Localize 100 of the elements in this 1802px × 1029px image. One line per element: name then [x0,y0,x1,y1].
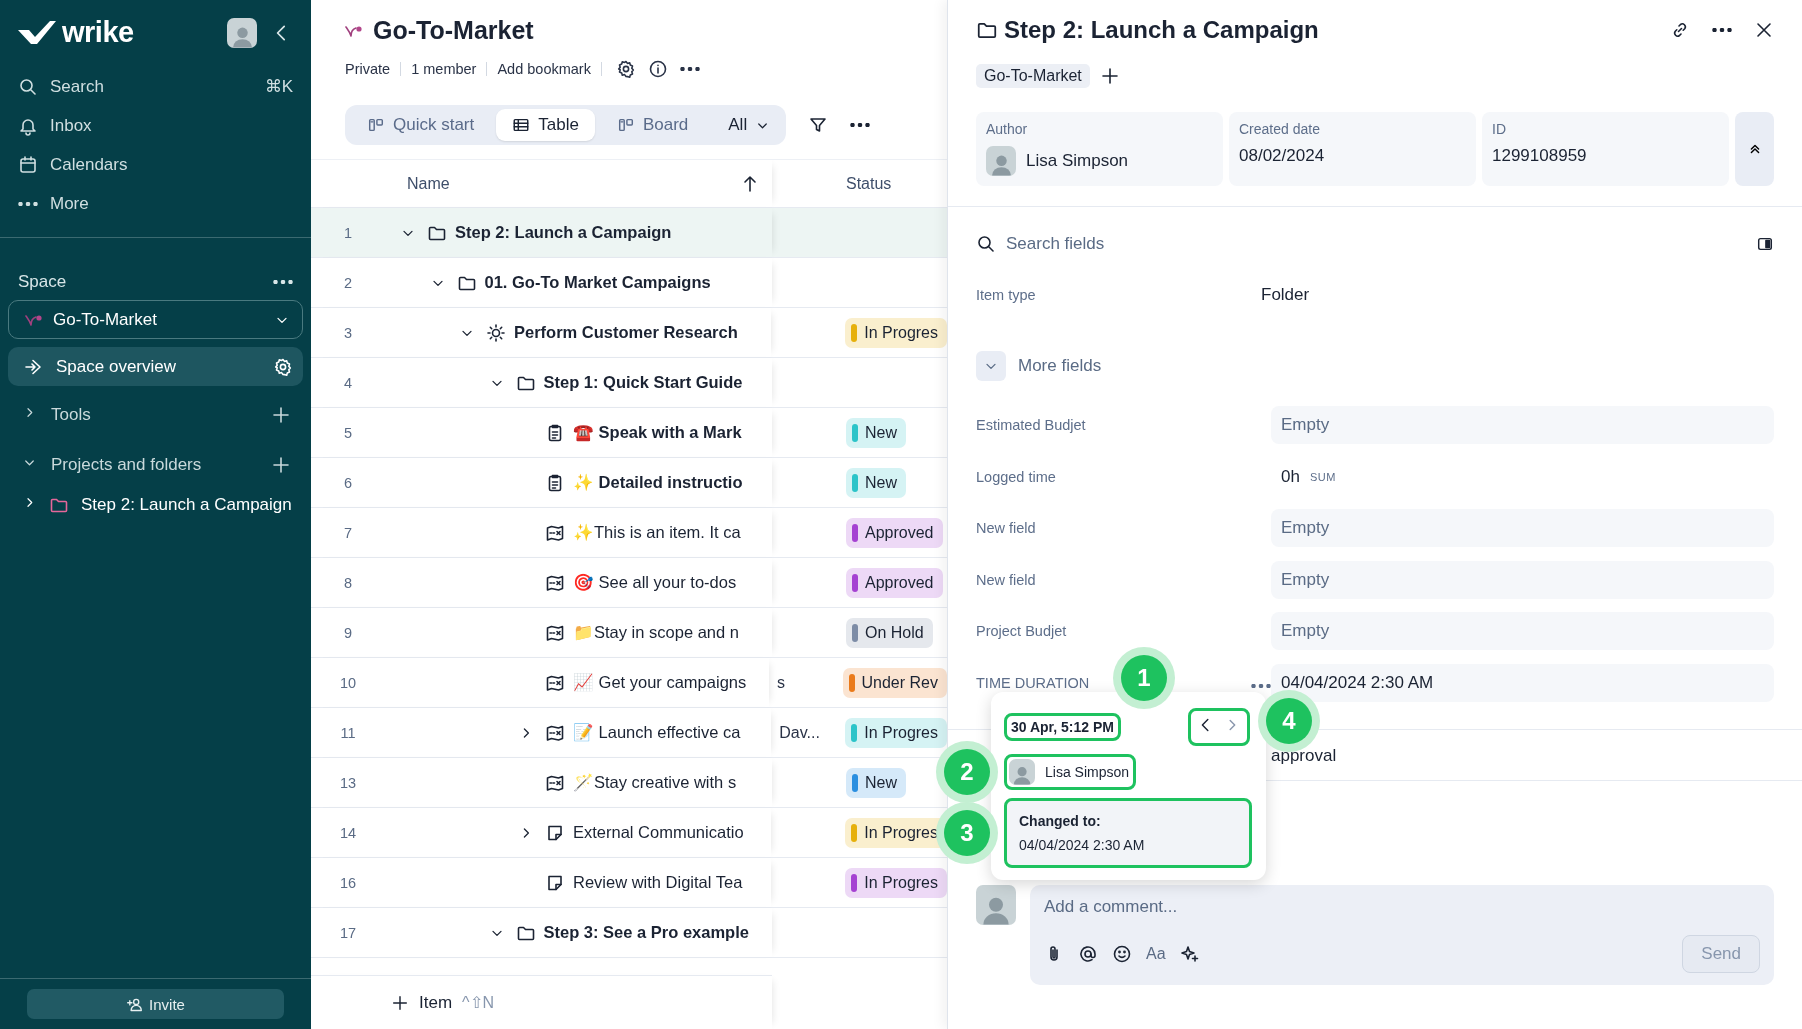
add-tag-icon[interactable] [1099,66,1120,86]
field-value[interactable]: Empty [1271,509,1774,548]
bookmark-link[interactable]: Add bookmark [497,61,591,77]
name-cell[interactable]: 6 ✨ Detailed instructio [311,458,772,507]
field-value[interactable]: Empty [1271,406,1774,445]
status-badge[interactable]: On Hold [846,617,933,648]
author-chip: Lisa Simpson [1004,754,1137,790]
space-dropdown[interactable]: Go-To-Market [8,300,303,339]
name-cell[interactable]: 11 📝 Launch effective ca [311,708,772,757]
status-badge[interactable]: In Progres [845,717,947,748]
item-name[interactable]: External Communicatio [573,823,744,842]
board-icon [616,116,635,134]
name-cell[interactable]: 3 Perform Customer Research [311,308,772,357]
add-icon[interactable] [271,454,291,475]
view-filter-dropdown[interactable]: All [710,115,781,135]
more-icon[interactable] [1712,28,1732,32]
item-name[interactable]: 🪄Stay creative with s [573,773,737,792]
invite-button[interactable]: Invite [27,989,284,1019]
tag[interactable]: Go-To-Market [976,64,1090,88]
name-cell[interactable]: 1 Step 2: Launch a Campaign [311,208,772,257]
name-cell[interactable]: 5 ☎ Speak with a Mark [311,408,772,457]
name-cell[interactable]: 13 🪄Stay creative with s [311,758,772,807]
view-tab[interactable]: Quick start [351,109,491,141]
item-name[interactable]: 📁Stay in scope and n [573,623,739,642]
field-label: New field [976,571,1036,588]
row-number: 5 [342,424,354,441]
item-name[interactable]: ☎ Speak with a Mark [573,423,742,442]
mention-icon[interactable] [1078,943,1098,964]
name-cell[interactable]: 2 01. Go-To Market Campaigns [311,258,772,307]
item-name[interactable]: Step 3: See a Pro example [543,923,749,942]
status-badge[interactable]: New [846,467,906,498]
field-value: 1299108959 [1492,146,1587,166]
settings-icon[interactable] [615,59,636,79]
add-icon[interactable] [271,404,291,425]
settings-icon[interactable] [273,356,293,377]
smiley-icon[interactable] [1112,943,1132,964]
item-name[interactable]: ✨ Detailed instructio [573,473,743,492]
filter-icon[interactable] [808,115,829,135]
field-value: Lisa Simpson [1026,151,1129,171]
more-icon[interactable] [679,67,700,71]
status-badge[interactable]: New [846,767,906,798]
name-cell[interactable]: 7 ✨This is an item. It ca [311,508,772,557]
text-format-button[interactable]: Aa [1146,944,1166,963]
tree-item[interactable]: Step 2: Launch a Campaign [81,495,292,515]
status-badge[interactable]: Approved [846,567,943,598]
panel-toggle-icon[interactable] [1756,235,1774,253]
more-icon[interactable] [850,123,871,127]
user-avatar [227,17,257,48]
name-cell[interactable]: 17 Step 3: See a Pro example [311,908,772,957]
field-value[interactable]: 0h SUM [1271,457,1774,496]
item-name[interactable]: 📈 Get your campaigns [573,673,747,692]
field-value[interactable]: Empty [1271,560,1774,599]
status-badge[interactable]: In Progres [845,317,947,348]
sparkle-icon[interactable] [1179,943,1200,964]
search-fields-input[interactable]: Search fields [1006,234,1746,254]
more-icon[interactable] [273,280,293,284]
item-name[interactable]: Step 2: Launch a Campaign [455,223,672,242]
field-label: Item type [976,286,1036,303]
nav-item[interactable]: Inbox [50,115,92,136]
add-item-button[interactable]: Item ^⇧N [311,975,772,1029]
name-cell[interactable]: 10 📈 Get your campaigns [311,658,769,707]
sun-icon [486,322,506,343]
close-icon[interactable] [1754,20,1774,40]
info-icon[interactable] [647,59,668,79]
item-name[interactable]: 🎯 See all your to-dos [573,573,737,592]
name-cell[interactable]: 8 🎯 See all your to-dos [311,558,772,607]
view-tab[interactable]: Board [600,109,705,141]
nav-item[interactable]: Search [50,76,104,97]
name-cell[interactable]: 16 Review with Digital Tea [311,858,772,907]
column-header[interactable]: Name [385,174,740,193]
more-fields-toggle[interactable]: More fields [976,350,1774,381]
item-name[interactable]: 01. Go-To Market Campaigns [484,273,711,292]
name-cell[interactable]: 14 External Communicatio [311,808,772,857]
space-overview-item[interactable]: Space overview [8,347,303,386]
section-header[interactable]: Projects and folders [51,454,257,475]
nav-item[interactable]: Calendars [50,154,128,175]
name-cell[interactable]: 9 📁Stay in scope and n [311,608,772,657]
callout-marker: 1 [1113,647,1175,709]
field-value[interactable]: Empty [1271,612,1774,651]
item-name[interactable]: Review with Digital Tea [573,873,743,892]
item-name[interactable]: ✨This is an item. It ca [573,523,741,542]
name-cell[interactable]: 4 Step 1: Quick Start Guide [311,358,772,407]
column-header[interactable]: Status [842,174,892,193]
field-value[interactable]: 04/04/2024 2:30 AM [1271,663,1774,702]
field-label: Project Budjet [976,623,1067,640]
status-badge[interactable]: Approved [846,517,943,548]
row-number: 8 [342,574,354,591]
status-badge[interactable]: New [846,417,906,448]
nav-item[interactable]: More [50,193,89,214]
more-icon [18,201,38,206]
item-name[interactable]: 📝 Launch effective ca [573,723,741,742]
status-badge[interactable]: Under Rev [842,667,947,698]
item-name[interactable]: Step 1: Quick Start Guide [543,373,743,392]
history-menu-icon[interactable] [1251,683,1271,688]
view-tab[interactable]: Table [496,109,595,141]
status-badge[interactable]: In Progres [845,867,947,898]
section-header[interactable]: Tools [51,404,257,425]
field-label: TIME DURATION [976,674,1090,691]
item-name[interactable]: Perform Customer Research [514,323,738,342]
comment-box[interactable]: Add a comment... Aa Send [1030,884,1774,985]
